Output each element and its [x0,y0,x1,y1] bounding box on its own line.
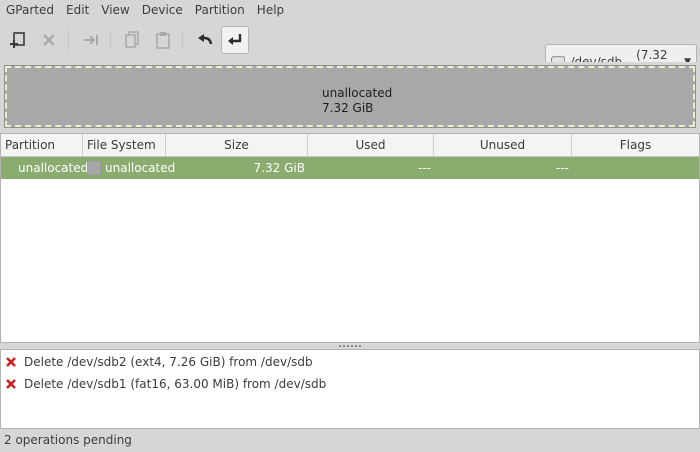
column-header-partition[interactable]: Partition [1,134,83,156]
undo-button[interactable] [191,26,219,54]
menubar: GParted Edit View Device Partition Help [0,0,700,22]
column-header-size[interactable]: Size [166,134,308,156]
menu-help[interactable]: Help [251,0,290,22]
column-header-used[interactable]: Used [308,134,434,156]
cell-partition: unallocated [18,161,89,175]
cell-unused: --- [556,161,569,175]
cell-flags [572,157,696,179]
toolbar-separator [68,30,69,50]
delete-icon [43,34,55,46]
disk-map-partition-size: 7.32 GiB [322,101,374,115]
table-header: Partition File System Size Used Unused F… [1,134,699,157]
operation-text: Delete /dev/sdb2 (ext4, 7.26 GiB) from /… [24,355,313,369]
pending-operations-list: Delete /dev/sdb2 (ext4, 7.26 GiB) from /… [0,349,700,429]
splitter-grip [339,345,361,347]
disk-map-partition-name: unallocated [322,86,393,100]
new-partition-icon [10,32,25,48]
undo-icon [198,34,213,45]
disk-map-label: unallocated 7.32 GiB [322,86,392,116]
delete-icon [6,379,16,389]
resize-move-button[interactable] [77,26,105,54]
column-header-flags[interactable]: Flags [572,134,699,156]
paste-button[interactable] [149,26,177,54]
menu-gparted[interactable]: GParted [0,0,60,22]
toolbar-separator [182,30,183,50]
delete-icon [6,357,16,367]
disk-map-unallocated-block[interactable]: unallocated 7.32 GiB [4,65,696,128]
filesystem-color-swatch [87,161,101,175]
new-partition-button[interactable] [4,26,32,54]
menu-edit[interactable]: Edit [60,0,95,22]
column-header-unused[interactable]: Unused [434,134,572,156]
column-header-filesystem[interactable]: File System [83,134,166,156]
operation-text: Delete /dev/sdb1 (fat16, 63.00 MiB) from… [24,377,327,391]
cell-size: 7.32 GiB [253,161,305,175]
copy-button[interactable] [118,26,146,54]
list-item[interactable]: Delete /dev/sdb1 (fat16, 63.00 MiB) from… [5,375,326,393]
list-item[interactable]: Delete /dev/sdb2 (ext4, 7.26 GiB) from /… [5,353,313,371]
toolbar-separator [110,30,111,50]
table-row[interactable]: unallocated unallocated 7.32 GiB --- --- [1,157,699,179]
paste-icon [156,32,170,49]
cell-filesystem: unallocated [105,161,176,175]
status-bar: 2 operations pending [0,430,700,452]
disk-map: unallocated 7.32 GiB [0,62,700,132]
delete-partition-button[interactable] [35,26,63,54]
toolbar: /dev/sdb (7.32 GiB) ▼ [0,22,700,80]
partition-table: Partition File System Size Used Unused F… [0,133,700,343]
menu-partition[interactable]: Partition [189,0,251,22]
cell-used: --- [418,161,431,175]
apply-icon [228,34,242,45]
copy-icon [125,31,139,48]
menu-device[interactable]: Device [136,0,189,22]
apply-button[interactable] [221,26,249,54]
resize-move-icon [84,35,98,45]
menu-view[interactable]: View [95,0,135,22]
